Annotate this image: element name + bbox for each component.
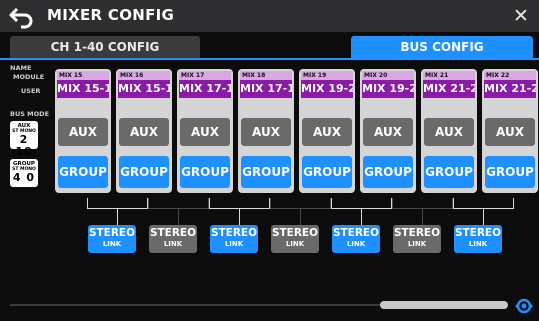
module-name: MIX 22 — [484, 71, 536, 80]
back-arrow-icon — [9, 7, 33, 29]
group-button[interactable]: GROUP — [241, 156, 291, 188]
bus-column: MIX 19 MIX 19-20 AUX GROUP — [299, 69, 355, 193]
aux-button[interactable]: AUX — [58, 118, 108, 146]
stereo-link-line2: LINK — [163, 240, 183, 248]
user-label: USER — [21, 87, 41, 95]
module-name: MIX 20 — [362, 71, 414, 80]
stereo-link-button[interactable]: STEREO LINK — [210, 225, 258, 253]
user-name[interactable]: MIX 19-20 — [362, 80, 414, 98]
aux-button[interactable]: AUX — [180, 118, 230, 146]
user-name[interactable]: MIX 19-20 — [301, 80, 353, 98]
group-button[interactable]: GROUP — [363, 156, 413, 188]
stereo-link-line2: LINK — [346, 240, 366, 248]
module-name: MIX 16 — [118, 71, 170, 80]
aux-button[interactable]: AUX — [119, 118, 169, 146]
aux-st-label: ST — [12, 129, 19, 134]
title-bar: MIXER CONFIG ✕ — [0, 0, 539, 32]
link-stem — [422, 209, 423, 225]
link-bracket — [148, 198, 209, 209]
stereo-link-button[interactable]: STEREO LINK — [149, 225, 197, 253]
aux-button[interactable]: AUX — [485, 118, 535, 146]
group-button[interactable]: GROUP — [424, 156, 474, 188]
tab-bar: CH 1-40 CONFIG BUS CONFIG — [0, 36, 539, 60]
link-bracket — [209, 198, 270, 209]
mixer-config-screen: MIXER CONFIG ✕ CH 1-40 CONFIG BUS CONFIG… — [0, 0, 539, 321]
link-bracket — [331, 198, 392, 209]
stereo-link-line2: LINK — [468, 240, 488, 248]
bus-column: MIX 15 MIX 15-16 AUX GROUP — [55, 69, 111, 193]
user-name[interactable]: MIX 21-22 — [423, 80, 475, 98]
bus-column: MIX 16 MIX 15-16 AUX GROUP — [116, 69, 172, 193]
stereo-link-button[interactable]: STEREO LINK — [332, 225, 380, 253]
stereo-link-line1: STEREO — [332, 227, 380, 239]
scrollbar-thumb[interactable] — [380, 301, 508, 309]
link-bracket — [270, 198, 331, 209]
bus-column: MIX 20 MIX 19-20 AUX GROUP — [360, 69, 416, 193]
group-button[interactable]: GROUP — [119, 156, 169, 188]
stereo-link-button[interactable]: STEREO LINK — [393, 225, 441, 253]
group-count-box[interactable]: GROUP ST MONO 4 0 — [10, 159, 38, 187]
link-stem — [239, 209, 240, 225]
link-stem — [483, 209, 484, 225]
module-name: MIX 19 — [301, 71, 353, 80]
aux-button[interactable]: AUX — [363, 118, 413, 146]
page-title: MIXER CONFIG — [47, 6, 175, 24]
bus-column: MIX 22 MIX 21-22 AUX GROUP — [482, 69, 538, 193]
group-button[interactable]: GROUP — [180, 156, 230, 188]
stereo-link-line2: LINK — [285, 240, 305, 248]
aux-mono-value: 10 — [15, 145, 33, 158]
group-mono-value: 0 — [26, 171, 36, 184]
close-icon: ✕ — [513, 5, 529, 27]
bus-column: MIX 21 MIX 21-22 AUX GROUP — [421, 69, 477, 193]
module-name: MIX 17 — [179, 71, 231, 80]
group-button[interactable]: GROUP — [485, 156, 535, 188]
aux-button[interactable]: AUX — [302, 118, 352, 146]
aux-button[interactable]: AUX — [241, 118, 291, 146]
name-label: NAME — [10, 64, 32, 72]
link-stem — [300, 209, 301, 225]
close-button[interactable]: ✕ — [509, 4, 533, 28]
user-name[interactable]: MIX 17-18 — [240, 80, 292, 98]
tab-ch-config[interactable]: CH 1-40 CONFIG — [10, 36, 200, 58]
stereo-link-line1: STEREO — [454, 227, 502, 239]
stereo-link-line1: STEREO — [271, 227, 319, 239]
user-name[interactable]: MIX 21-22 — [484, 80, 536, 98]
link-stem — [178, 209, 179, 225]
stereo-link-button[interactable]: STEREO LINK — [88, 225, 136, 253]
group-button[interactable]: GROUP — [58, 156, 108, 188]
stereo-link-line1: STEREO — [210, 227, 258, 239]
group-button[interactable]: GROUP — [302, 156, 352, 188]
link-stem — [361, 209, 362, 225]
module-name: MIX 15 — [57, 71, 109, 80]
stereo-link-line2: LINK — [407, 240, 427, 248]
bus-column: MIX 17 MIX 17-18 AUX GROUP — [177, 69, 233, 193]
link-bracket — [87, 198, 148, 209]
user-name[interactable]: MIX 17-18 — [179, 80, 231, 98]
module-label: MODULE — [13, 73, 45, 81]
stereo-link-button[interactable]: STEREO LINK — [454, 225, 502, 253]
stereo-link-line1: STEREO — [88, 227, 136, 239]
aux-count-box[interactable]: AUX ST MONO 2 10 — [10, 121, 38, 158]
link-stem — [117, 209, 118, 225]
bus-mode-label: BUS MODE — [10, 110, 50, 118]
scroll-position-icon-glyph — [515, 298, 533, 314]
bus-column: MIX 18 MIX 17-18 AUX GROUP — [238, 69, 294, 193]
stereo-link-line2: LINK — [224, 240, 244, 248]
stereo-link-line1: STEREO — [393, 227, 441, 239]
module-name: MIX 21 — [423, 71, 475, 80]
stereo-link-line2: LINK — [102, 240, 122, 248]
user-name[interactable]: MIX 15-16 — [57, 80, 109, 98]
link-bracket — [453, 198, 514, 209]
group-st-value: 4 — [12, 171, 22, 184]
stereo-link-line1: STEREO — [149, 227, 197, 239]
user-name[interactable]: MIX 15-16 — [118, 80, 170, 98]
aux-button[interactable]: AUX — [424, 118, 474, 146]
module-name: MIX 18 — [240, 71, 292, 80]
back-button[interactable] — [8, 5, 38, 29]
link-bracket — [392, 198, 453, 209]
stereo-link-button[interactable]: STEREO LINK — [271, 225, 319, 253]
tab-bus-config[interactable]: BUS CONFIG — [351, 36, 533, 58]
scroll-position-icon[interactable] — [512, 296, 536, 316]
